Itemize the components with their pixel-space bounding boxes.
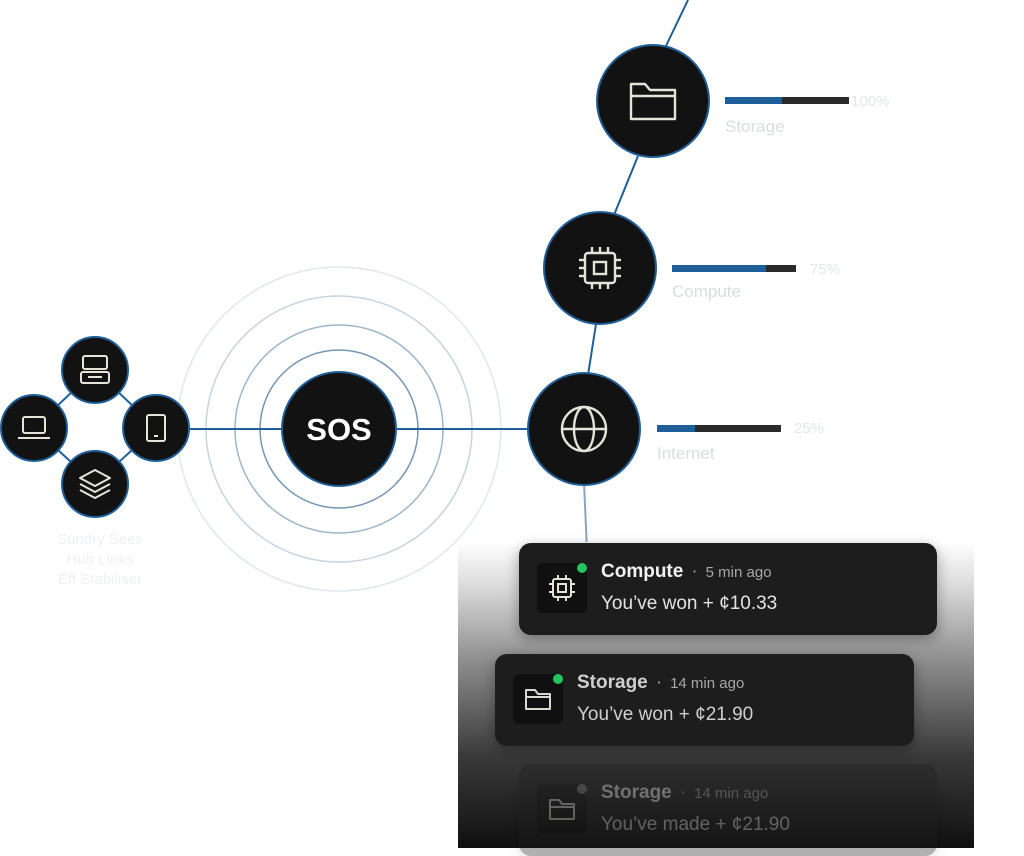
storage-label: Storage xyxy=(725,117,785,136)
card-time: 5 min ago xyxy=(705,564,772,581)
activity-card[interactable]: Storage · 14 min ago You’ve won + ¢21.90 xyxy=(495,654,914,746)
compute-percent: 75% xyxy=(810,261,841,278)
card-title: Storage xyxy=(601,782,672,803)
card-title-row: Compute · 5 min ago xyxy=(601,561,772,583)
devices-caption-line: Eff Stabiliser xyxy=(58,571,142,588)
devices-caption: Sundry Sees Hub Links Eff Stabiliser xyxy=(20,530,180,590)
card-title: Storage xyxy=(577,672,648,693)
compute-node[interactable] xyxy=(543,211,657,325)
device-node-laptop[interactable] xyxy=(0,394,68,462)
internet-label: Internet xyxy=(657,444,715,463)
devices-caption-line: Sundry Sees xyxy=(57,531,143,548)
card-message: You’ve made + ¢21.90 xyxy=(601,814,790,835)
compute-label: Compute xyxy=(672,282,741,301)
storage-usage-fill xyxy=(725,97,783,104)
folder-icon xyxy=(525,689,551,710)
card-title: Compute xyxy=(601,561,684,582)
storage-percent: 100% xyxy=(851,93,890,110)
card-message: You’ve won + ¢21.90 xyxy=(577,704,754,725)
card-title-row: Storage · 14 min ago xyxy=(601,782,768,804)
card-time: 14 min ago xyxy=(694,785,769,802)
status-dot xyxy=(577,784,587,794)
internet-node[interactable] xyxy=(527,372,641,486)
compute-usage-fill xyxy=(672,265,767,272)
cpu-icon xyxy=(549,575,575,601)
card-message: You’ve won + ¢10.33 xyxy=(601,593,778,614)
title-separator: · xyxy=(679,782,687,803)
compute-usage-bar xyxy=(672,265,796,272)
device-node-layers[interactable] xyxy=(61,450,129,518)
title-separator: · xyxy=(691,561,698,582)
sos-label: SOS xyxy=(306,412,371,447)
sos-node[interactable]: SOS xyxy=(281,371,397,487)
devices-caption-line: Hub Links xyxy=(66,551,134,568)
activity-card[interactable]: Storage · 14 min ago You’ve made + ¢21.90 xyxy=(519,764,937,856)
storage-usage-bar xyxy=(725,97,849,104)
internet-usage-bar xyxy=(657,425,781,432)
title-separator: · xyxy=(655,672,663,693)
card-time: 14 min ago xyxy=(670,675,745,692)
internet-usage-fill xyxy=(657,425,696,432)
device-node-server[interactable] xyxy=(61,336,129,404)
storage-node[interactable] xyxy=(596,44,710,158)
internet-percent: 25% xyxy=(794,420,825,437)
device-node-tablet[interactable] xyxy=(122,394,190,462)
folder-icon xyxy=(549,799,575,820)
status-dot xyxy=(577,563,587,573)
activity-card[interactable]: Compute · 5 min ago You’ve won + ¢10.33 xyxy=(519,543,937,635)
card-title-row: Storage · 14 min ago xyxy=(577,672,744,694)
status-dot xyxy=(553,674,563,684)
